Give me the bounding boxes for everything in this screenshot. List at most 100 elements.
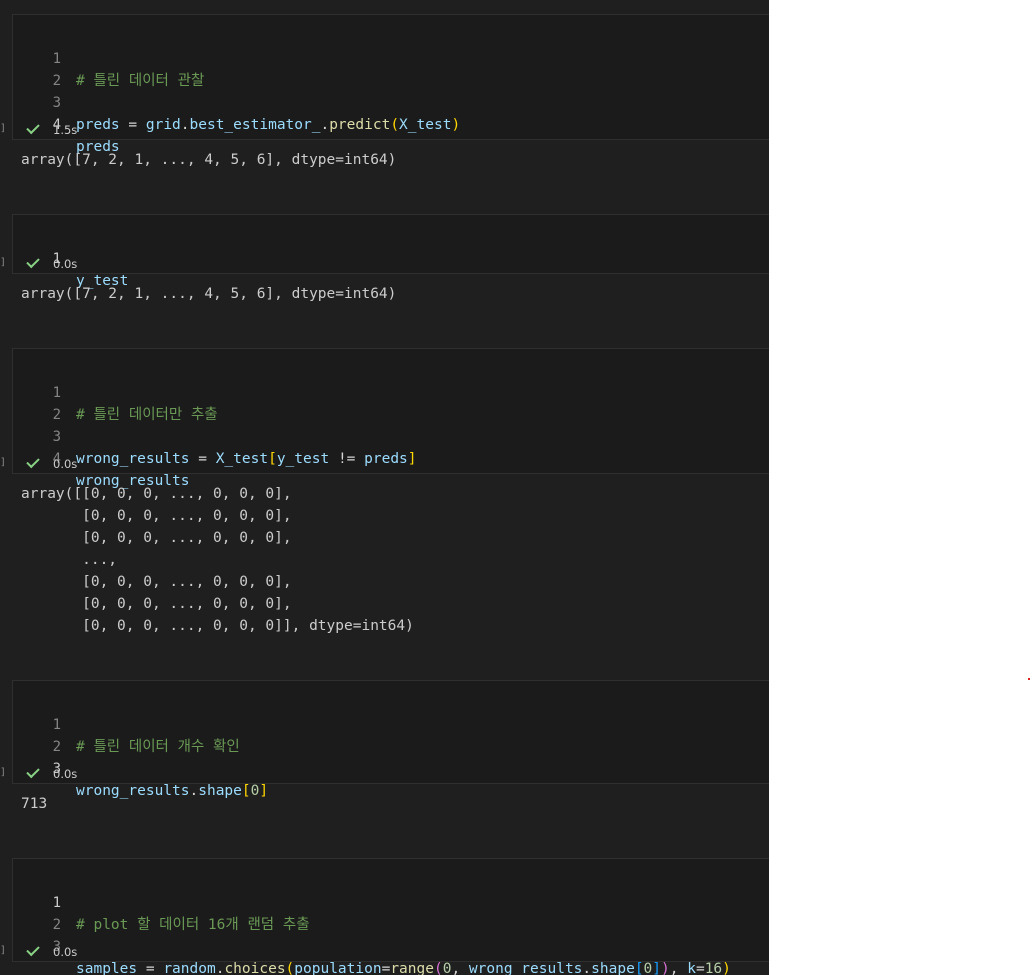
- execution-status: 0.0s: [26, 942, 78, 960]
- code-token: grid: [145, 117, 181, 133]
- cell-output: 713: [21, 796, 48, 812]
- code-token: population: [294, 961, 382, 975]
- code-token: samples: [76, 961, 138, 975]
- execution-time: 0.0s: [53, 257, 78, 271]
- code-token: =: [137, 961, 164, 975]
- code-token: ,: [451, 961, 469, 975]
- code-token: ): [451, 117, 461, 133]
- cell-output: [0, 0, 0, ..., 0, 0, 0],: [21, 508, 292, 524]
- code-token: 0: [643, 961, 653, 975]
- code-token: =: [119, 117, 146, 133]
- execution-status: 0.0s: [26, 254, 78, 272]
- code-token: ): [722, 961, 731, 975]
- code-line[interactable]: 1 # 틀린 데이터 개수 확인: [13, 692, 240, 755]
- code-token: ]: [407, 451, 417, 467]
- code-token: preds: [364, 451, 408, 467]
- code-line[interactable]: 3 samples = random.choices(population=ra…: [13, 914, 731, 975]
- cell-output: array([[0, 0, 0, ..., 0, 0, 0],: [21, 486, 292, 502]
- code-token: 16: [704, 961, 723, 975]
- code-token: X_test: [399, 117, 452, 133]
- code-token: ]: [652, 961, 662, 975]
- code-token: k: [687, 961, 696, 975]
- code-cell[interactable]: 1 # 틀린 데이터만 추출 2 3 wrong_results = X_tes…: [12, 348, 769, 489]
- code-token: wrong_results: [76, 783, 190, 799]
- code-comment: # plot 할 데이터 16개 랜덤 추출: [76, 917, 310, 933]
- code-token: =: [189, 451, 216, 467]
- code-comment: # 틀린 데이터 개수 확인: [76, 739, 240, 755]
- code-token: .: [582, 961, 592, 975]
- code-token: preds: [76, 117, 120, 133]
- cell-edge-marker: ]: [0, 767, 7, 778]
- cell-output: [0, 0, 0, ..., 0, 0, 0],: [21, 530, 292, 546]
- code-token: [: [634, 961, 644, 975]
- code-line[interactable]: 2: [13, 382, 65, 423]
- code-token: .: [189, 783, 199, 799]
- code-line[interactable]: 4 preds: [13, 92, 120, 155]
- code-line[interactable]: 1 # plot 할 데이터 16개 랜덤 추출: [13, 870, 310, 933]
- notebook-panel: 1 # 틀린 데이터 관찰 2 3 preds = grid.best_esti…: [0, 0, 769, 975]
- check-icon: [26, 120, 40, 135]
- cell-output: array([7, 2, 1, ..., 4, 5, 6], dtype=int…: [21, 152, 397, 168]
- code-token: wrong_results: [76, 451, 190, 467]
- execution-time: 0.0s: [53, 945, 78, 959]
- check-icon: [26, 454, 40, 469]
- code-token: !=: [329, 451, 365, 467]
- code-cell[interactable]: 1 # plot 할 데이터 16개 랜덤 추출 2 3 samples = r…: [12, 858, 769, 975]
- code-cell[interactable]: 1 # 틀린 데이터 관찰 2 3 preds = grid.best_esti…: [12, 14, 769, 155]
- code-line[interactable]: 4 wrong_results: [13, 426, 190, 489]
- code-line[interactable]: 3 wrong_results = X_test[y_test != preds…: [13, 404, 417, 467]
- code-comment: # 틀린 데이터만 추출: [76, 407, 218, 423]
- code-token: ): [661, 961, 670, 975]
- check-icon: [26, 942, 40, 957]
- cell-edge-marker: ]: [0, 457, 7, 468]
- code-line[interactable]: 2: [13, 892, 65, 933]
- code-token: [: [268, 451, 277, 467]
- cell-output: [0, 0, 0, ..., 0, 0, 0],: [21, 596, 292, 612]
- cell-output: array([7, 2, 1, ..., 4, 5, 6], dtype=int…: [21, 286, 397, 302]
- code-line[interactable]: 2: [13, 48, 65, 89]
- code-token: =: [695, 961, 705, 975]
- code-token: .: [320, 117, 330, 133]
- code-token: best_estimator_: [189, 117, 321, 133]
- cell-edge-marker: ]: [0, 123, 7, 134]
- cell-output: [0, 0, 0, ..., 0, 0, 0],: [21, 574, 292, 590]
- code-token: .: [180, 117, 190, 133]
- cell-edge-marker: ]: [0, 945, 7, 956]
- execution-status: 1.5s: [26, 120, 78, 138]
- cell-edge-marker: ]: [0, 257, 7, 268]
- code-token: ,: [669, 961, 688, 975]
- code-token: (: [390, 117, 400, 133]
- code-comment: # 틀린 데이터 관찰: [76, 73, 205, 89]
- code-token: ]: [259, 783, 269, 799]
- cell-output: [0, 0, 0, ..., 0, 0, 0]], dtype=int64): [21, 618, 414, 634]
- code-line[interactable]: 2: [13, 714, 65, 755]
- red-dot-marker: [1028, 678, 1030, 680]
- execution-status: 0.0s: [26, 764, 78, 782]
- code-token: y_test: [276, 451, 330, 467]
- code-token: predict: [329, 117, 391, 133]
- execution-time: 0.0s: [53, 767, 78, 781]
- code-cell[interactable]: 1 # 틀린 데이터 개수 확인 2 3 wrong_results.shape…: [12, 680, 769, 799]
- code-token: choices: [224, 961, 286, 975]
- execution-time: 0.0s: [53, 457, 78, 471]
- code-line[interactable]: 1 # 틀린 데이터만 추출: [13, 360, 218, 423]
- check-icon: [26, 764, 40, 779]
- code-token: (: [433, 961, 443, 975]
- code-line[interactable]: 3 wrong_results.shape[0]: [13, 736, 269, 799]
- execution-time: 1.5s: [53, 123, 78, 137]
- code-token: wrong_results: [468, 961, 583, 975]
- code-token: (: [285, 961, 295, 975]
- check-icon: [26, 254, 40, 269]
- cell-output: ...,: [21, 552, 118, 568]
- code-line[interactable]: 1 # 틀린 데이터 관찰: [13, 26, 205, 89]
- code-token: X_test: [215, 451, 269, 467]
- code-line[interactable]: 3 preds = grid.best_estimator_.predict(X…: [13, 70, 461, 133]
- code-token: shape: [198, 783, 242, 799]
- code-token: [: [241, 783, 251, 799]
- code-token: random: [163, 961, 216, 975]
- execution-status: 0.0s: [26, 454, 78, 472]
- code-token: range: [390, 961, 434, 975]
- code-line[interactable]: 1 y_test: [13, 226, 129, 289]
- code-cell[interactable]: 1 y_test 0.0s: [12, 214, 769, 289]
- code-token: shape: [591, 961, 635, 975]
